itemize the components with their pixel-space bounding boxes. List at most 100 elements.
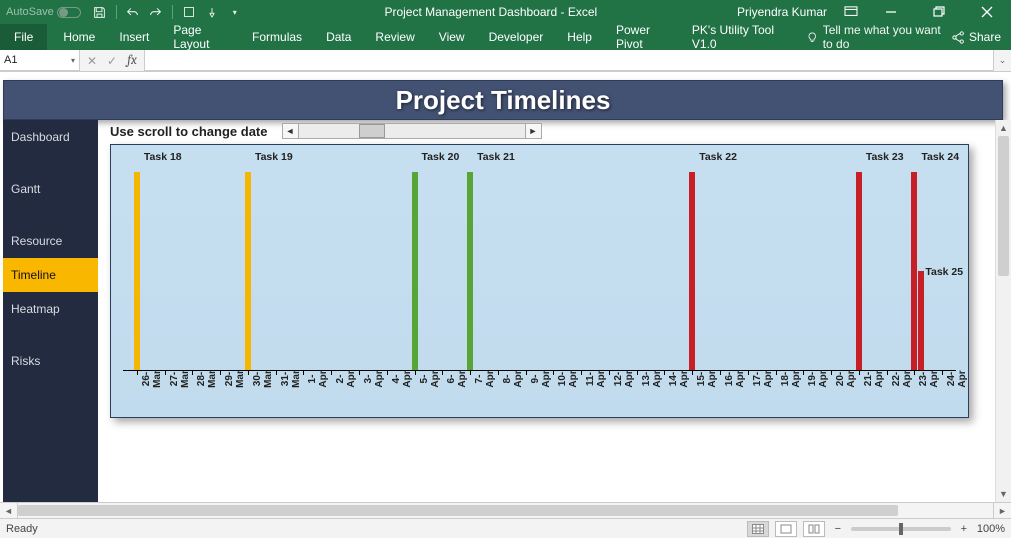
timeline-bar-label: Task 20: [422, 151, 460, 163]
xtick-mark: [637, 371, 638, 375]
cancel-icon[interactable]: ✕: [82, 51, 102, 71]
scroll-down-icon[interactable]: ▼: [996, 486, 1011, 502]
tell-me-search[interactable]: Tell me what you want to do: [807, 23, 942, 51]
vertical-scroll-thumb[interactable]: [998, 136, 1009, 276]
redo-icon[interactable]: [146, 2, 166, 22]
timeline-bar: [412, 172, 418, 370]
tab-view[interactable]: View: [427, 24, 477, 50]
autosave-toggle[interactable]: AutoSave: [6, 6, 87, 18]
view-page-break-icon[interactable]: [803, 521, 825, 537]
xtick-mark: [137, 371, 138, 375]
xtick-label: 30-Mar: [252, 369, 274, 389]
ribbon-display-icon[interactable]: [839, 0, 863, 24]
undo-icon[interactable]: [123, 2, 143, 22]
qa-icon-1[interactable]: [179, 2, 199, 22]
timeline-bar: [467, 172, 473, 370]
hscroll-thumb[interactable]: [18, 505, 898, 516]
sidebar-item-risks[interactable]: Risks: [3, 344, 98, 396]
save-icon[interactable]: [90, 2, 110, 22]
date-scroll-left-icon[interactable]: ◄: [283, 124, 299, 138]
zoom-out-icon[interactable]: −: [831, 523, 845, 535]
close-icon[interactable]: [967, 0, 1007, 24]
xtick-mark: [220, 371, 221, 375]
xtick-mark: [609, 371, 610, 375]
zoom-in-icon[interactable]: +: [957, 523, 971, 535]
xtick-label: 12-Apr: [613, 369, 635, 389]
timeline-bar-label: Task 25: [925, 266, 963, 278]
sidebar-item-dashboard[interactable]: Dashboard: [3, 120, 98, 172]
xtick-label: 6-Apr: [446, 369, 468, 389]
date-scroll-track[interactable]: [299, 124, 525, 138]
xtick-mark: [664, 371, 665, 375]
timeline-bar: [856, 172, 862, 370]
vertical-scrollbar[interactable]: ▲ ▼: [995, 120, 1011, 502]
scroll-up-icon[interactable]: ▲: [996, 120, 1011, 136]
user-name[interactable]: Priyendra Kumar: [737, 5, 827, 19]
timeline-bar-label: Task 23: [866, 151, 904, 163]
lightbulb-icon: [807, 31, 817, 44]
xtick-label: 2-Apr: [335, 369, 357, 389]
timeline-bar: [245, 172, 251, 370]
file-tab[interactable]: File: [0, 24, 47, 50]
date-scroll-right-icon[interactable]: ►: [525, 124, 541, 138]
date-scrollbar[interactable]: ◄ ►: [282, 123, 542, 139]
xtick-label: 10-Apr: [557, 369, 579, 389]
qa-dropdown-icon[interactable]: ▾: [225, 2, 245, 22]
tab-data[interactable]: Data: [314, 24, 363, 50]
xtick-mark: [859, 371, 860, 375]
xtick-mark: [442, 371, 443, 375]
sidebar-item-gantt[interactable]: Gantt: [3, 172, 98, 224]
tab-power-pivot[interactable]: Power Pivot: [604, 24, 680, 50]
tab-pk-utility[interactable]: PK's Utility Tool V1.0: [680, 24, 793, 50]
name-box[interactable]: A1 ▾: [0, 50, 80, 71]
xtick-mark: [303, 371, 304, 375]
xtick-label: 7-Apr: [474, 369, 496, 389]
tab-insert[interactable]: Insert: [107, 24, 161, 50]
date-scroll-thumb[interactable]: [359, 124, 385, 138]
formula-input[interactable]: [144, 50, 993, 71]
sidebar-item-heatmap[interactable]: Heatmap: [3, 292, 98, 344]
view-page-layout-icon[interactable]: [775, 521, 797, 537]
xtick-mark: [526, 371, 527, 375]
enter-icon[interactable]: ✓: [102, 51, 122, 71]
xtick-mark: [498, 371, 499, 375]
tab-developer[interactable]: Developer: [477, 24, 556, 50]
titlebar: AutoSave ▾ Project Management Dashboard …: [0, 0, 1011, 24]
xtick-label: 15-Apr: [696, 369, 718, 389]
xtick-mark: [831, 371, 832, 375]
tab-help[interactable]: Help: [555, 24, 604, 50]
sidebar-item-timeline[interactable]: Timeline: [3, 258, 98, 292]
touch-mode-icon[interactable]: [202, 2, 222, 22]
formula-bar: A1 ▾ ✕ ✓ fx ⌄: [0, 50, 1011, 72]
minimize-icon[interactable]: [871, 0, 911, 24]
autosave-pill: [57, 7, 81, 18]
formula-expand-icon[interactable]: ⌄: [993, 50, 1011, 71]
timeline-bar-label: Task 19: [255, 151, 293, 163]
status-bar: Ready − + 100%: [0, 518, 1011, 538]
tab-home[interactable]: Home: [51, 24, 107, 50]
fx-icon[interactable]: fx: [122, 51, 142, 71]
hscroll-track[interactable]: [18, 503, 993, 518]
view-normal-icon[interactable]: [747, 521, 769, 537]
horizontal-scrollbar[interactable]: ◄ ►: [0, 502, 1011, 518]
xtick-mark: [581, 371, 582, 375]
timeline-chart: 26-Mar27-Mar28-Mar29-Mar30-Mar31-Mar1-Ap…: [110, 144, 969, 418]
zoom-slider[interactable]: [851, 527, 951, 531]
share-button[interactable]: Share: [942, 30, 1011, 44]
xtick-label: 27-Mar: [169, 369, 191, 389]
maximize-icon[interactable]: [919, 0, 959, 24]
xtick-mark: [942, 371, 943, 375]
hscroll-right-icon[interactable]: ►: [993, 503, 1011, 518]
hscroll-left-icon[interactable]: ◄: [0, 503, 18, 518]
tab-formulas[interactable]: Formulas: [240, 24, 314, 50]
sidebar-item-resource[interactable]: Resource: [3, 224, 98, 258]
xtick-label: 23-Apr: [918, 369, 940, 389]
xtick-mark: [803, 371, 804, 375]
name-box-dropdown-icon[interactable]: ▾: [71, 56, 75, 65]
xtick-mark: [470, 371, 471, 375]
tab-page-layout[interactable]: Page Layout: [161, 24, 240, 50]
tab-review[interactable]: Review: [363, 24, 426, 50]
timeline-bar: [689, 172, 695, 370]
xtick-mark: [276, 371, 277, 375]
zoom-knob[interactable]: [899, 523, 903, 535]
